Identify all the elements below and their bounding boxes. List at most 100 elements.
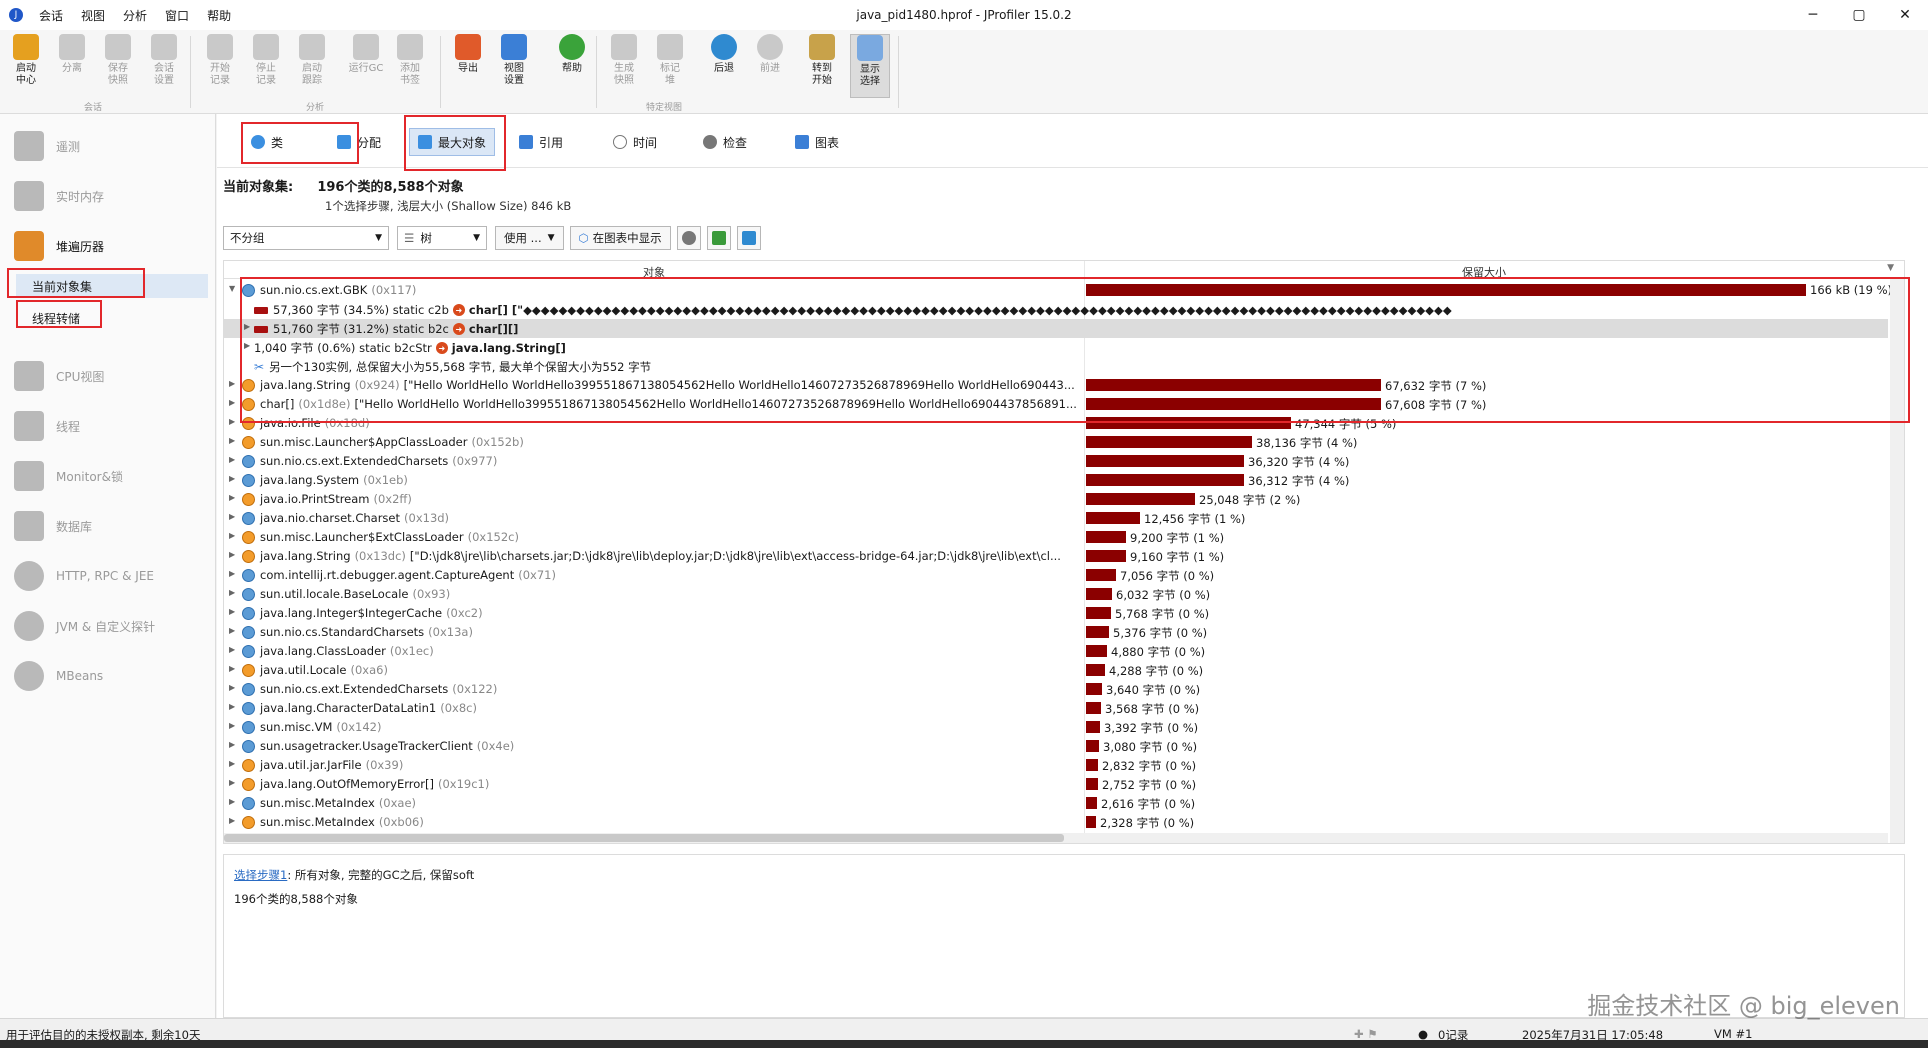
sidebar-item-jvm-probes[interactable]: JVM & 自定义探针	[14, 608, 155, 644]
save-snapshot-button[interactable]: 保存 快照	[98, 34, 138, 98]
tab-inspections[interactable]: 检查	[703, 128, 747, 156]
table-row[interactable]: ▶ java.lang.OutOfMemoryError[] (0x19c1) 2,7…	[224, 775, 1888, 794]
menu-window[interactable]: 窗口	[165, 7, 189, 24]
table-row[interactable]: ▶ sun.misc.Launcher$ExtClassLoader (0x152c…	[224, 528, 1888, 547]
minimize-button[interactable]: ─	[1790, 0, 1836, 30]
show-in-graph-button[interactable]: ⬡ 在图表中显示	[569, 226, 671, 250]
export-button[interactable]: 导出	[448, 34, 488, 98]
create-snapshot-button[interactable]: 生成 快照	[604, 34, 644, 98]
expand-toggle-icon[interactable]: ▶	[229, 550, 235, 559]
view-mode-dropdown[interactable]: ☰ 树 ▼	[397, 226, 487, 250]
table-row[interactable]: ▶ java.util.Locale (0xa6) 4,288 字节 (0 %)	[224, 661, 1888, 680]
maximize-button[interactable]: ▢	[1836, 0, 1882, 30]
table-row[interactable]: ▶ sun.util.locale.BaseLocale (0x93) 6,032 字…	[224, 585, 1888, 604]
tab-time[interactable]: 时间	[613, 128, 657, 156]
sidebar-item-mbeans[interactable]: MBeans	[14, 658, 103, 694]
sidebar-item-heap-walker[interactable]: 堆遍历器	[14, 228, 104, 264]
settings-button[interactable]	[676, 226, 701, 250]
forward-button[interactable]: 前进	[750, 34, 790, 98]
sidebar-item-monitors[interactable]: Monitor&锁	[14, 458, 123, 494]
use-button[interactable]: 使用 ... ▼	[495, 226, 564, 250]
sidebar-sub-current-objects[interactable]: 当前对象集	[16, 274, 208, 298]
expand-toggle-icon[interactable]: ▶	[229, 645, 235, 654]
mark-heap-button[interactable]: 标记 堆	[650, 34, 690, 98]
table-row[interactable]: ▶ com.intellij.rt.debugger.agent.CaptureA…	[224, 566, 1888, 585]
table-row[interactable]: ✂ 另一个130实例, 总保留大小为55,568 字节, 最大单个保留大小为552…	[224, 357, 1888, 376]
sidebar-item-cpu[interactable]: CPU视图	[14, 358, 104, 394]
session-settings-button[interactable]: 会话 设置	[144, 34, 184, 98]
expand-toggle-icon[interactable]: ▶	[229, 588, 235, 597]
expand-toggle-icon[interactable]: ▶	[229, 759, 235, 768]
table-row[interactable]: ▶ java.lang.CharacterDataLatin1 (0x8c) 3,56…	[224, 699, 1888, 718]
expand-toggle-icon[interactable]: ▶	[229, 797, 235, 806]
expand-toggle-icon[interactable]: ▶	[244, 341, 250, 350]
grouping-dropdown[interactable]: 不分组 ▼	[223, 226, 389, 250]
stop-recording-button[interactable]: 停止 记录	[246, 34, 286, 98]
expand-toggle-icon[interactable]: ▶	[229, 683, 235, 692]
tab-graph[interactable]: 图表	[795, 128, 839, 156]
start-tracking-button[interactable]: 启动 跟踪	[292, 34, 332, 98]
expand-toggle-icon[interactable]: ▶	[229, 531, 235, 540]
pin-icon[interactable]: ✚ ⚑	[1354, 1027, 1378, 1041]
expand-toggle-icon[interactable]: ▶	[229, 702, 235, 711]
table-row[interactable]: ▶ java.lang.Integer$IntegerCache (0xc2) 5,7…	[224, 604, 1888, 623]
column-header-retained-size[interactable]: 保留大小	[1084, 264, 1884, 280]
menu-session[interactable]: 会话	[39, 7, 63, 24]
start-recording-button[interactable]: 开始 记录	[200, 34, 240, 98]
table-row[interactable]: ▶ 1,040 字节 (0.6%) static b2cStr ➜ java.lang…	[224, 338, 1888, 357]
table-row[interactable]: ▶ sun.misc.MetaIndex (0xb06) 2,328 字节 (0 %)	[224, 813, 1888, 832]
sidebar-item-telemetry[interactable]: 遥测	[14, 128, 80, 164]
view-settings-button[interactable]: 视图 设置	[494, 34, 534, 98]
help-button[interactable]: 帮助	[552, 34, 592, 98]
menu-help[interactable]: 帮助	[207, 7, 231, 24]
expand-toggle-icon[interactable]: ▶	[229, 740, 235, 749]
filter-button[interactable]	[736, 226, 761, 250]
add-bookmark-button[interactable]: 添加 书签	[390, 34, 430, 98]
table-row[interactable]: ▶ sun.usagetracker.UsageTrackerClient (0x4…	[224, 737, 1888, 756]
export-view-button[interactable]	[706, 226, 731, 250]
expand-toggle-icon[interactable]: ▶	[244, 322, 250, 331]
table-row[interactable]: ▶ java.lang.String (0x924) ["Hello WorldHel…	[224, 376, 1888, 395]
table-row[interactable]: 57,360 字节 (34.5%) static c2b ➜ char[] ["◆◆…	[224, 300, 1888, 319]
table-row[interactable]: ▶ sun.nio.cs.ext.ExtendedCharsets (0x977) 3…	[224, 452, 1888, 471]
table-row[interactable]: ▶ sun.misc.VM (0x142) 3,392 字节 (0 %)	[224, 718, 1888, 737]
column-header-object[interactable]: 对象	[224, 264, 1084, 280]
table-row[interactable]: ▶ java.io.File (0x18d) 47,344 字节 (5 %)	[224, 414, 1888, 433]
table-row[interactable]: ▶ 51,760 字节 (31.2%) static b2c ➜ char[][]	[224, 319, 1888, 338]
horizontal-scrollbar[interactable]	[224, 833, 1888, 843]
expand-toggle-icon[interactable]: ▶	[229, 379, 235, 388]
table-row[interactable]: ▶ sun.nio.cs.StandardCharsets (0x13a) 5,376…	[224, 623, 1888, 642]
menu-view[interactable]: 视图	[81, 7, 105, 24]
goto-start-button[interactable]: 转到 开始	[802, 34, 842, 98]
table-row[interactable]: ▶ sun.misc.MetaIndex (0xae) 2,616 字节 (0 %)	[224, 794, 1888, 813]
tab-biggest-objects[interactable]: 最大对象	[409, 128, 496, 156]
sidebar-item-threads[interactable]: 线程	[14, 408, 80, 444]
expand-toggle-icon[interactable]: ▶	[229, 721, 235, 730]
table-row[interactable]: ▶ char[] (0x1d8e) ["Hello WorldHello WorldH…	[224, 395, 1888, 414]
tab-classes[interactable]: 类	[251, 128, 283, 156]
jprofiler-logo-icon[interactable]: J	[9, 8, 23, 22]
table-row[interactable]: ▼ sun.nio.cs.ext.GBK (0x117) 166 kB (19 %)	[224, 281, 1892, 300]
sidebar-sub-thread-dump[interactable]: 线程转储	[16, 306, 80, 330]
expand-toggle-icon[interactable]: ▶	[229, 455, 235, 464]
expand-toggle-icon[interactable]: ▶	[229, 417, 235, 426]
back-button[interactable]: 后退	[704, 34, 744, 98]
sidebar-item-live-memory[interactable]: 实时内存	[14, 178, 104, 214]
table-row[interactable]: ▶ java.lang.System (0x1eb) 36,312 字节 (4 %)	[224, 471, 1888, 490]
table-row[interactable]: ▶ sun.misc.Launcher$AppClassLoader (0x152b…	[224, 433, 1888, 452]
expand-toggle-icon[interactable]: ▶	[229, 607, 235, 616]
scrollbar-thumb[interactable]	[224, 834, 1064, 842]
expand-toggle-icon[interactable]: ▶	[229, 816, 235, 825]
expand-toggle-icon[interactable]: ▶	[229, 569, 235, 578]
table-row[interactable]: ▶ java.io.PrintStream (0x2ff) 25,048 字节 (2 …	[224, 490, 1888, 509]
expand-toggle-icon[interactable]: ▶	[229, 626, 235, 635]
table-row[interactable]: ▶ sun.nio.cs.ext.ExtendedCharsets (0x122) 3…	[224, 680, 1888, 699]
expand-toggle-icon[interactable]: ▼	[229, 284, 235, 293]
tab-allocations[interactable]: 分配	[337, 128, 381, 156]
expand-toggle-icon[interactable]: ▶	[229, 493, 235, 502]
sidebar-item-http[interactable]: HTTP, RPC & JEE	[14, 558, 154, 594]
start-center-button[interactable]: 启动 中心	[6, 34, 46, 98]
table-row[interactable]: ▶ java.util.jar.JarFile (0x39) 2,832 字节 (0 …	[224, 756, 1888, 775]
vertical-scrollbar[interactable]	[1890, 279, 1904, 843]
expand-toggle-icon[interactable]: ▶	[229, 398, 235, 407]
